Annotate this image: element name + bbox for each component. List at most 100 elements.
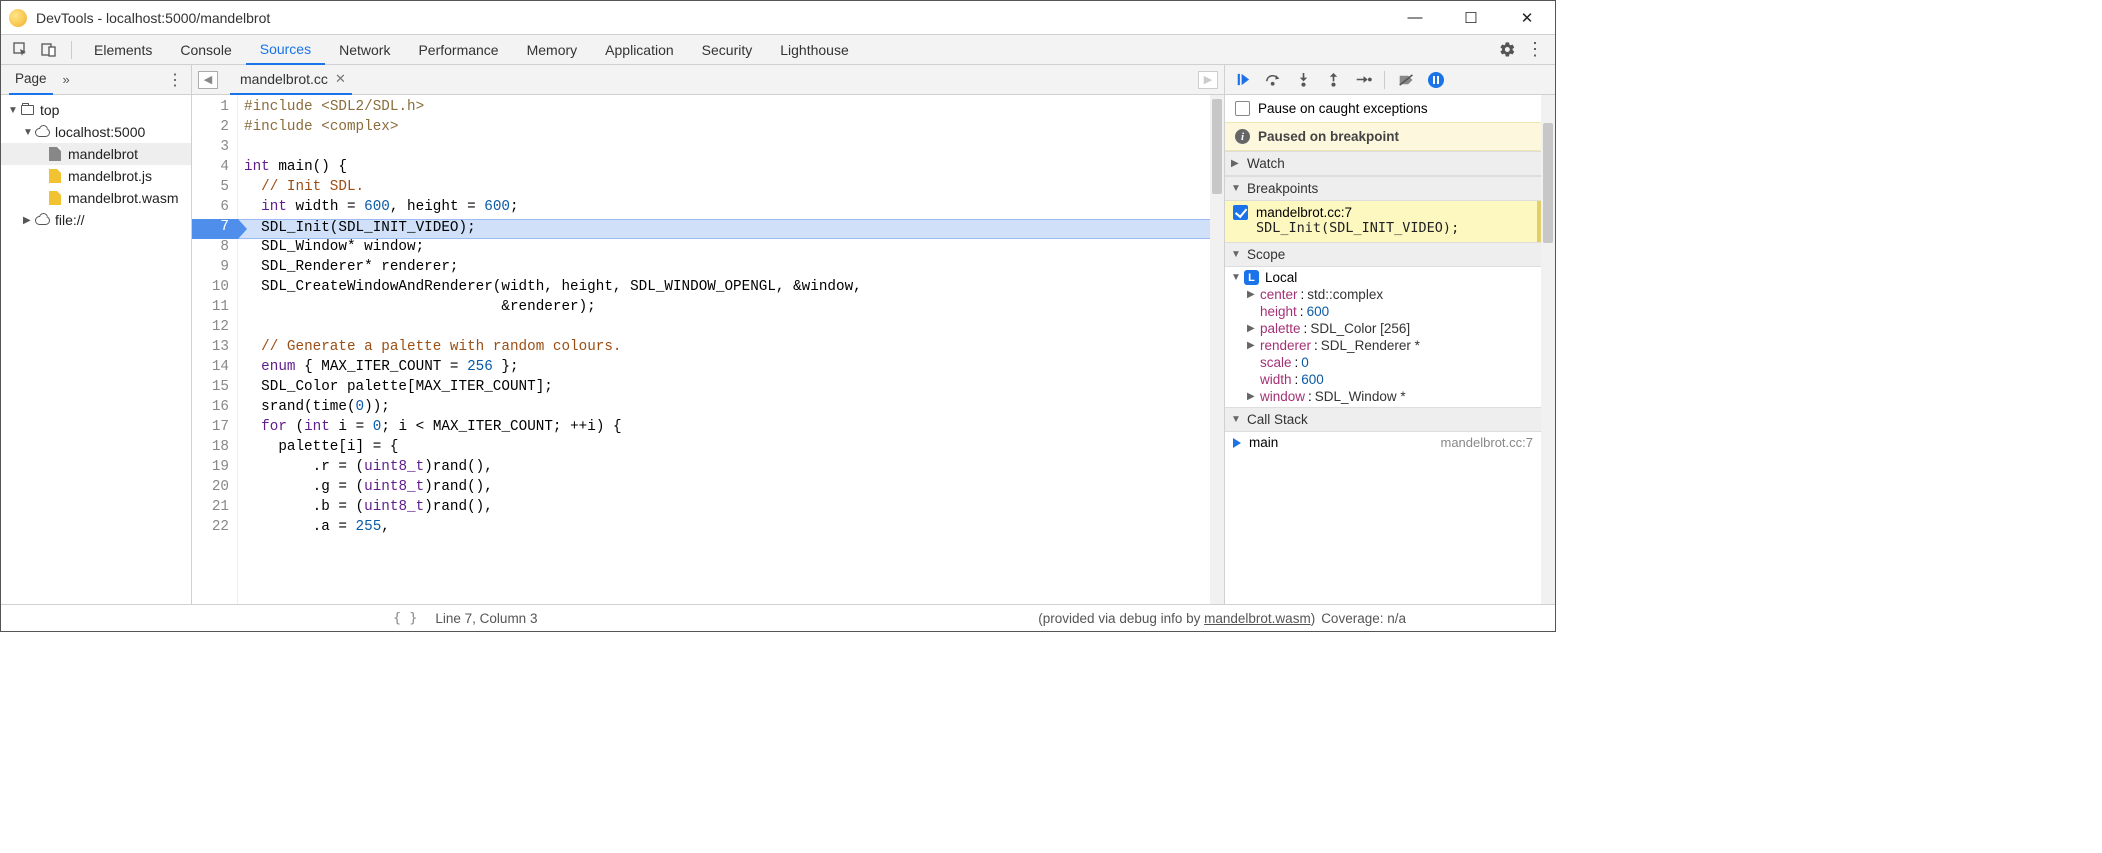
watch-section-header[interactable]: ▶ Watch (1225, 151, 1541, 176)
step-out-button[interactable] (1323, 70, 1343, 90)
scope-variable[interactable]: ▶palette: SDL_Color [256] (1225, 320, 1541, 337)
code-line[interactable]: int main() { (238, 159, 1210, 179)
line-number[interactable]: 21 (192, 499, 237, 519)
main-tab-console[interactable]: Console (166, 35, 245, 65)
checkbox-unchecked-icon[interactable] (1235, 101, 1250, 116)
debugger-scrollbar[interactable] (1541, 95, 1555, 604)
scope-variable[interactable]: ▶renderer: SDL_Renderer * (1225, 337, 1541, 354)
tree-item-file[interactable]: mandelbrot (1, 143, 191, 165)
step-button[interactable] (1353, 70, 1373, 90)
code-line[interactable]: enum { MAX_ITER_COUNT = 256 }; (238, 359, 1210, 379)
scope-variable[interactable]: scale: 0 (1225, 354, 1541, 371)
main-tab-performance[interactable]: Performance (404, 35, 512, 65)
breakpoints-section-header[interactable]: ▼ Breakpoints (1225, 176, 1541, 201)
line-number[interactable]: 5 (192, 179, 237, 199)
breakpoint-item[interactable]: mandelbrot.cc:7 SDL_Init(SDL_INIT_VIDEO)… (1225, 201, 1541, 242)
line-number[interactable]: 8 (192, 239, 237, 259)
inspect-element-icon[interactable] (10, 39, 32, 61)
debug-source-link[interactable]: mandelbrot.wasm (1204, 611, 1311, 626)
code-editor[interactable]: 12345678910111213141516171819202122 #inc… (192, 95, 1224, 604)
step-over-button[interactable] (1263, 70, 1283, 90)
scope-variable[interactable]: width: 600 (1225, 371, 1541, 388)
window-minimize-icon[interactable]: — (1401, 9, 1429, 26)
code-line[interactable]: SDL_Color palette[MAX_ITER_COUNT]; (238, 379, 1210, 399)
line-number[interactable]: 3 (192, 139, 237, 159)
format-code-icon[interactable]: { } (393, 610, 417, 626)
line-number[interactable]: 16 (192, 399, 237, 419)
pause-on-exceptions-button[interactable] (1426, 70, 1446, 90)
line-number[interactable]: 6 (192, 199, 237, 219)
deactivate-breakpoints-button[interactable] (1396, 70, 1416, 90)
code-line[interactable] (238, 139, 1210, 159)
tree-item-host[interactable]: localhost:5000 (1, 121, 191, 143)
line-number[interactable]: 7 (192, 219, 247, 239)
tree-item-filescheme[interactable]: file:// (1, 209, 191, 231)
checkbox-checked-icon[interactable] (1233, 205, 1248, 220)
close-tab-icon[interactable]: ✕ (335, 71, 346, 87)
nav-forward-icon[interactable]: ▶ (1198, 71, 1218, 89)
editor-scrollbar[interactable] (1210, 95, 1224, 604)
code-line[interactable]: .r = (uint8_t)rand(), (238, 459, 1210, 479)
main-tab-application[interactable]: Application (591, 35, 688, 65)
main-tab-network[interactable]: Network (325, 35, 404, 65)
code-line[interactable]: // Generate a palette with random colour… (238, 339, 1210, 359)
code-line[interactable]: palette[i] = { (238, 439, 1210, 459)
line-number[interactable]: 18 (192, 439, 237, 459)
line-number[interactable]: 13 (192, 339, 237, 359)
callstack-frame[interactable]: main mandelbrot.cc:7 (1225, 432, 1541, 453)
line-number[interactable]: 15 (192, 379, 237, 399)
main-tab-memory[interactable]: Memory (513, 35, 592, 65)
step-into-button[interactable] (1293, 70, 1313, 90)
code-line[interactable]: for (int i = 0; i < MAX_ITER_COUNT; ++i)… (238, 419, 1210, 439)
line-number[interactable]: 10 (192, 279, 237, 299)
scope-variable[interactable]: ▶center: std::complex (1225, 286, 1541, 303)
callstack-section-header[interactable]: ▼ Call Stack (1225, 407, 1541, 432)
tree-item-file[interactable]: mandelbrot.js (1, 165, 191, 187)
code-line[interactable]: #include <complex> (238, 119, 1210, 139)
resume-button[interactable] (1233, 70, 1253, 90)
code-line[interactable]: .g = (uint8_t)rand(), (238, 479, 1210, 499)
main-tab-elements[interactable]: Elements (80, 35, 166, 65)
code-content[interactable]: #include <SDL2/SDL.h>#include <complex> i… (238, 95, 1210, 604)
editor-file-tab[interactable]: mandelbrot.cc ✕ (230, 65, 352, 95)
navigator-more-tabs-icon[interactable]: » (63, 72, 70, 87)
tree-item-top[interactable]: top (1, 99, 191, 121)
main-tab-security[interactable]: Security (688, 35, 767, 65)
line-number[interactable]: 14 (192, 359, 237, 379)
line-number[interactable]: 19 (192, 459, 237, 479)
code-line[interactable]: #include <SDL2/SDL.h> (238, 99, 1210, 119)
window-maximize-icon[interactable]: ☐ (1457, 9, 1485, 27)
code-line[interactable]: .b = (uint8_t)rand(), (238, 499, 1210, 519)
code-line[interactable]: SDL_CreateWindowAndRenderer(width, heigh… (238, 279, 1210, 299)
code-line[interactable]: SDL_Init(SDL_INIT_VIDEO); (238, 219, 1210, 239)
device-mode-icon[interactable] (38, 39, 60, 61)
scope-variable[interactable]: height: 600 (1225, 303, 1541, 320)
line-number[interactable]: 4 (192, 159, 237, 179)
code-line[interactable]: &renderer); (238, 299, 1210, 319)
code-line[interactable]: .a = 255, (238, 519, 1210, 539)
main-tab-sources[interactable]: Sources (246, 35, 325, 65)
navigator-tab-page[interactable]: Page (9, 65, 53, 95)
line-number[interactable]: 12 (192, 319, 237, 339)
line-number[interactable]: 2 (192, 119, 237, 139)
scope-local-header[interactable]: ▼ L Local (1225, 269, 1541, 286)
expand-toggle-icon[interactable] (23, 127, 34, 138)
scope-variable[interactable]: ▶window: SDL_Window * (1225, 388, 1541, 405)
navigator-menu-icon[interactable]: ⋮ (167, 70, 183, 90)
tree-item-file[interactable]: mandelbrot.wasm (1, 187, 191, 209)
pause-caught-row[interactable]: Pause on caught exceptions (1225, 95, 1541, 122)
line-number[interactable]: 11 (192, 299, 237, 319)
line-number[interactable]: 22 (192, 519, 237, 539)
expand-toggle-icon[interactable] (8, 105, 19, 116)
settings-gear-icon[interactable] (1496, 39, 1518, 61)
expand-toggle-icon[interactable] (23, 215, 34, 226)
line-number[interactable]: 20 (192, 479, 237, 499)
line-number[interactable]: 17 (192, 419, 237, 439)
code-line[interactable]: // Init SDL. (238, 179, 1210, 199)
line-number[interactable]: 9 (192, 259, 237, 279)
scope-section-header[interactable]: ▼ Scope (1225, 242, 1541, 267)
code-line[interactable] (238, 319, 1210, 339)
more-menu-icon[interactable]: ⋮ (1524, 39, 1546, 61)
line-number[interactable]: 1 (192, 99, 237, 119)
code-line[interactable]: srand(time(0)); (238, 399, 1210, 419)
